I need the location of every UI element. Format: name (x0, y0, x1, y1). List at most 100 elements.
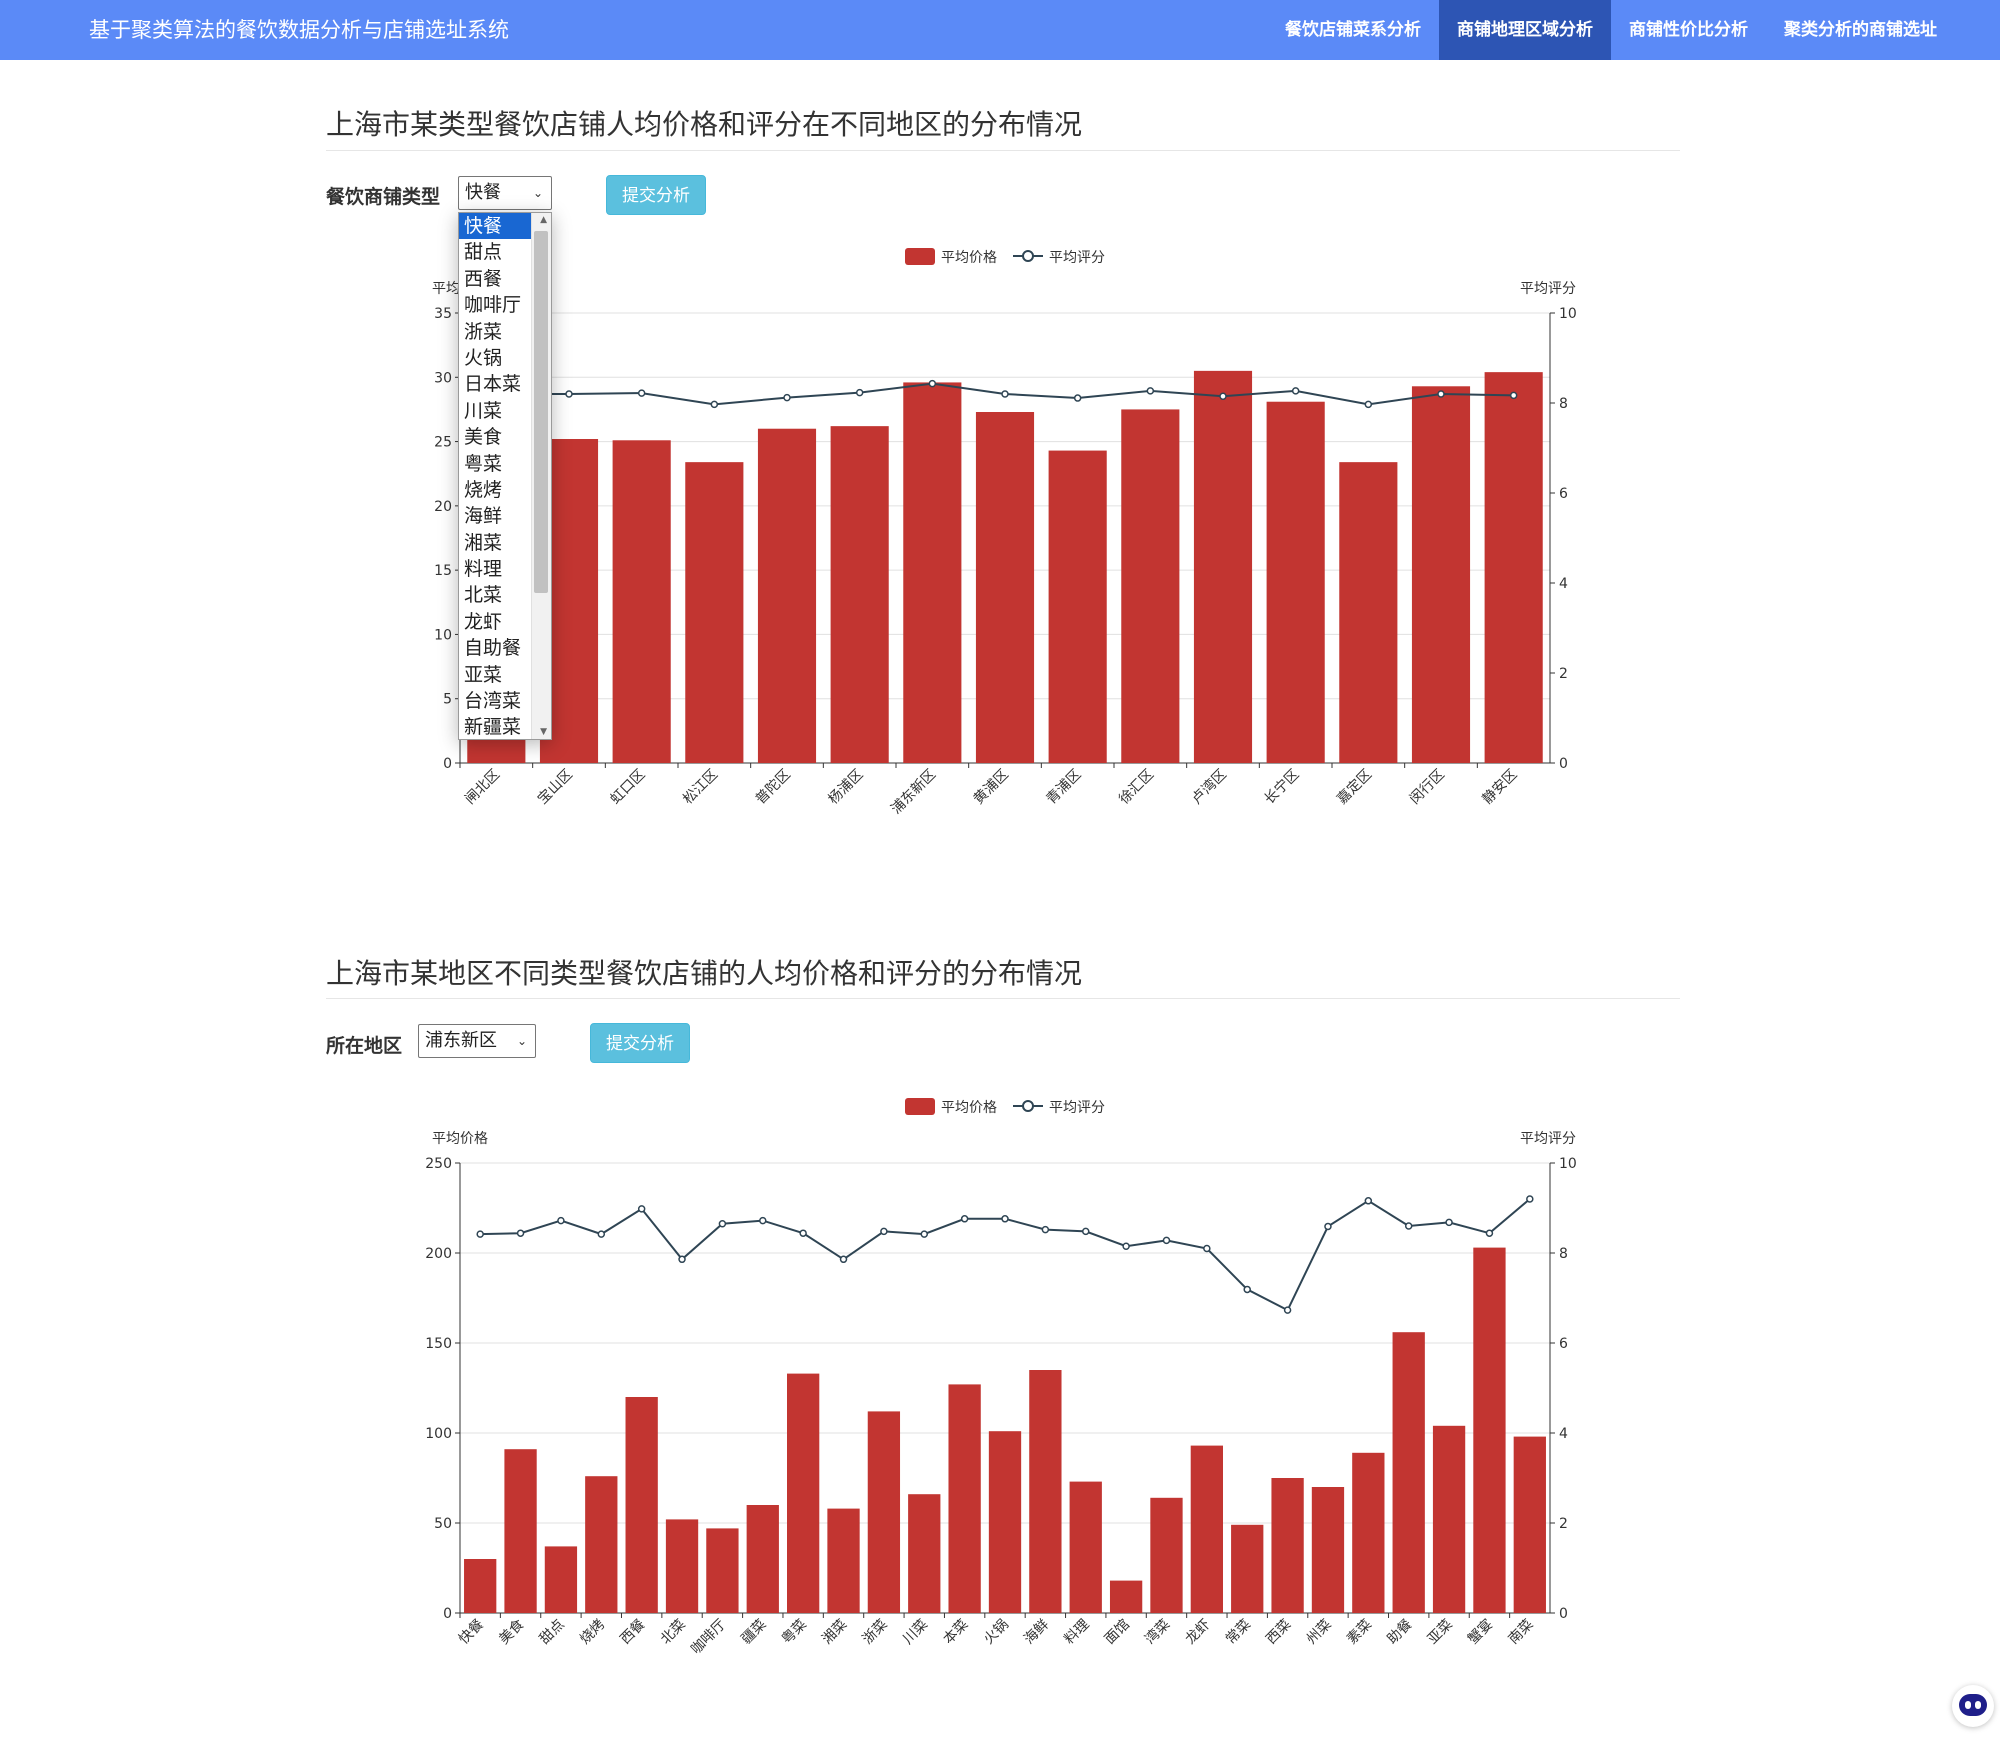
dropdown-option[interactable]: 料理 (459, 556, 531, 583)
dropdown-option[interactable]: 台湾菜 (459, 688, 531, 715)
y-tick-label: 250 (425, 1156, 452, 1172)
bar (612, 440, 671, 763)
district-select[interactable]: 浦东新区 ⌄ (418, 1024, 536, 1058)
bar (1069, 1481, 1102, 1613)
dropdown-option[interactable]: 新疆菜 (459, 714, 531, 739)
x-tick-label: 西菜 (1263, 1617, 1294, 1648)
rating-point (557, 1216, 565, 1225)
nav-item-cluster-site-selection[interactable]: 聚类分析的商铺选址 (1766, 0, 1955, 60)
x-tick-label: 宝山区 (535, 767, 576, 808)
assistant-button[interactable] (1952, 1685, 1994, 1727)
legend-line-marker (1022, 1100, 1034, 1112)
y-right-tick-label: 4 (1559, 576, 1568, 592)
y-tick-label: 5 (443, 692, 452, 708)
x-tick-label: 面馆 (1102, 1617, 1133, 1648)
x-tick-label: 虹口区 (607, 767, 648, 808)
rating-point (1283, 1306, 1292, 1314)
y-right-tick-label: 0 (1559, 756, 1568, 772)
dropdown-scroll-thumb[interactable] (534, 231, 548, 593)
dropdown-scrollbar[interactable]: ▲ ▼ (531, 213, 551, 739)
rating-point (960, 1215, 969, 1223)
dropdown-option[interactable]: 北菜 (459, 582, 531, 609)
rating-point (1324, 1222, 1332, 1231)
section1-title: 上海市某类型餐饮店铺人均价格和评分在不同地区的分布情况 (326, 108, 1083, 141)
district-select-value: 浦东新区 (425, 1030, 497, 1051)
x-tick-label: 粤菜 (779, 1617, 810, 1648)
y-tick-label: 0 (443, 1606, 452, 1622)
bar (504, 1449, 537, 1613)
dropdown-option[interactable]: 龙虾 (459, 608, 531, 636)
dropdown-option[interactable]: 西餐 (459, 265, 531, 293)
y-tick-label: 100 (425, 1426, 452, 1442)
bar (1150, 1497, 1183, 1613)
nav-item-cuisine-analysis[interactable]: 餐饮店铺菜系分析 (1267, 0, 1439, 60)
chart-region-distribution: 平均价格平均评分平均价格平均评分051015202530350246810闸北区… (432, 248, 1577, 817)
x-tick-label: 嘉定区 (1334, 767, 1375, 808)
bar (1190, 1445, 1223, 1613)
x-tick-label: 快餐 (456, 1617, 487, 1648)
nav-item-value-analysis[interactable]: 商铺性价比分析 (1611, 0, 1766, 60)
chevron-down-icon: ⌄ (516, 1034, 527, 1048)
dropdown-option[interactable]: 咖啡厅 (459, 292, 531, 319)
legend-label: 平均评分 (1049, 1100, 1105, 1116)
bar (685, 462, 744, 763)
rating-point (1485, 1229, 1494, 1237)
dropdown-option[interactable]: 快餐 (459, 213, 531, 240)
dropdown-option[interactable]: 日本菜 (459, 371, 531, 398)
rating-point (799, 1229, 807, 1237)
rating-point (839, 1255, 848, 1264)
bar (1231, 1524, 1264, 1613)
dropdown-option[interactable]: 粤菜 (459, 450, 531, 477)
rating-point (1001, 1215, 1009, 1223)
y-axis-title: 平均价格 (432, 1131, 488, 1147)
bar (908, 1494, 941, 1613)
x-tick-label: 青浦区 (1043, 767, 1084, 808)
x-tick-label: 川菜 (900, 1617, 931, 1648)
scroll-up-icon[interactable]: ▲ (540, 215, 547, 225)
dropdown-option[interactable]: 甜点 (459, 239, 531, 266)
rating-point (1509, 391, 1518, 400)
rating-point (1243, 1285, 1251, 1294)
section2-submit-button[interactable]: 提交分析 (590, 1023, 690, 1063)
bar (706, 1528, 739, 1613)
dropdown-option[interactable]: 浙菜 (459, 318, 531, 345)
y-tick-label: 10 (434, 627, 452, 643)
section1-submit-button[interactable]: 提交分析 (606, 175, 706, 215)
rating-point (855, 388, 864, 397)
rating-point (1526, 1195, 1534, 1203)
bar (625, 1397, 658, 1613)
shop-type-select[interactable]: 快餐 ⌄ (458, 176, 552, 210)
dropdown-option[interactable]: 烧烤 (459, 476, 531, 504)
brand-title[interactable]: 基于聚类算法的餐饮数据分析与店铺选址系统 (89, 0, 509, 60)
dropdown-option[interactable]: 海鲜 (459, 503, 531, 530)
bar (1121, 409, 1180, 763)
x-tick-label: 长宁区 (1261, 766, 1303, 808)
bar (1513, 1436, 1546, 1613)
x-tick-label: 甜点 (537, 1617, 568, 1648)
y-tick-label: 30 (434, 370, 452, 386)
dropdown-option[interactable]: 川菜 (459, 397, 531, 425)
dropdown-option[interactable]: 亚菜 (459, 661, 531, 689)
scroll-down-icon[interactable]: ▼ (540, 727, 547, 737)
nav-item-region-analysis[interactable]: 商铺地理区域分析 (1439, 0, 1611, 60)
bar (1029, 1370, 1062, 1613)
rating-point (678, 1255, 686, 1264)
nav-menu: 餐饮店铺菜系分析 商铺地理区域分析 商铺性价比分析 聚类分析的商铺选址 (1267, 0, 1955, 60)
rating-point (1001, 390, 1009, 398)
dropdown-option[interactable]: 火锅 (459, 344, 531, 372)
x-tick-label: 美食 (496, 1616, 528, 1648)
x-tick-label: 松江区 (680, 767, 721, 808)
dropdown-option[interactable]: 美食 (459, 424, 531, 451)
rating-point (1122, 1242, 1130, 1250)
rating-point (1445, 1218, 1453, 1227)
dropdown-option[interactable]: 自助餐 (459, 635, 531, 662)
legend-bar-swatch (905, 248, 935, 265)
x-tick-label: 亚菜 (1425, 1617, 1456, 1648)
bar (1339, 462, 1398, 763)
x-tick-label: 南菜 (1506, 1617, 1537, 1648)
shop-type-dropdown-list[interactable]: 快餐 甜点 西餐 咖啡厅 浙菜 火锅 日本菜 川菜 美食 粤菜 烧烤 海鲜 湘菜 料理 北菜 龙虾 自助餐 亚菜台… (458, 212, 552, 740)
bar (830, 426, 889, 763)
bar (948, 1384, 981, 1613)
dropdown-option[interactable]: 湘菜 (459, 529, 531, 557)
rating-point (1081, 1227, 1090, 1236)
